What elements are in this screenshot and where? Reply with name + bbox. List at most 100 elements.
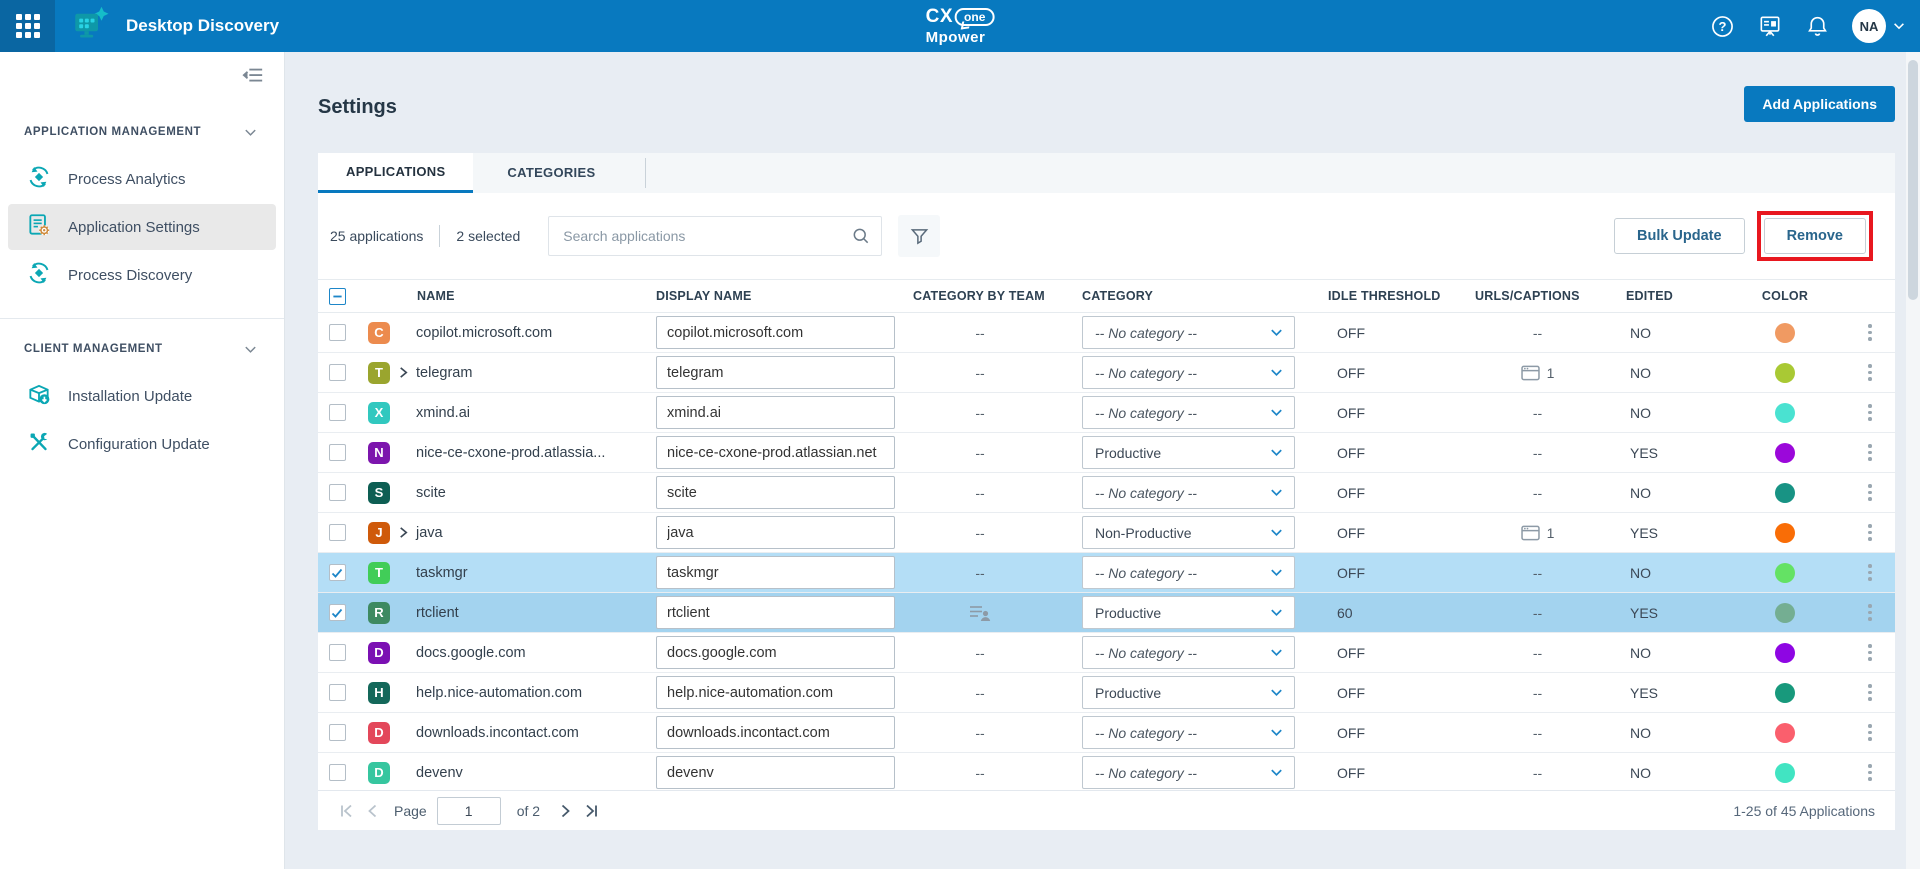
- display-name-input[interactable]: [656, 316, 895, 349]
- table-row-nice-ce-cxone-prod-atlassia: N nice-ce-cxone-prod.atlassia... -- Prod…: [318, 433, 1895, 473]
- tab-categories[interactable]: CATEGORIES: [473, 153, 629, 193]
- display-name-input[interactable]: [656, 636, 895, 669]
- category-dropdown[interactable]: -- No category --: [1082, 716, 1295, 749]
- category-dropdown[interactable]: -- No category --: [1082, 356, 1295, 389]
- idle-threshold-value: OFF: [1310, 325, 1465, 341]
- color-dot[interactable]: [1775, 763, 1795, 783]
- page-number-input[interactable]: [437, 797, 501, 825]
- search-input[interactable]: [563, 228, 851, 244]
- display-name-input[interactable]: [656, 676, 895, 709]
- page-scrollbar[interactable]: [1906, 52, 1920, 869]
- color-dot[interactable]: [1775, 483, 1795, 503]
- color-dot[interactable]: [1775, 643, 1795, 663]
- category-by-team-cell: --: [905, 405, 1055, 421]
- user-menu[interactable]: NA: [1852, 9, 1906, 43]
- row-checkbox[interactable]: [329, 724, 346, 741]
- row-menu-kebab[interactable]: [1845, 324, 1895, 341]
- display-name-input[interactable]: [656, 396, 895, 429]
- color-dot[interactable]: [1775, 363, 1795, 383]
- select-all-checkbox[interactable]: [329, 288, 346, 305]
- user-avatar[interactable]: NA: [1852, 9, 1886, 43]
- category-dropdown[interactable]: Productive: [1082, 596, 1295, 629]
- row-menu-kebab[interactable]: [1845, 564, 1895, 581]
- row-checkbox[interactable]: [329, 364, 346, 381]
- display-name-input[interactable]: [656, 476, 895, 509]
- display-name-input[interactable]: [656, 356, 895, 389]
- row-checkbox[interactable]: [329, 524, 346, 541]
- display-name-input[interactable]: [656, 756, 895, 789]
- row-menu-kebab[interactable]: [1845, 764, 1895, 781]
- category-by-team-cell: --: [905, 485, 1055, 501]
- color-dot[interactable]: [1775, 523, 1795, 543]
- row-checkbox[interactable]: [329, 644, 346, 661]
- row-menu-kebab[interactable]: [1845, 364, 1895, 381]
- notifications-bell-icon[interactable]: [1805, 14, 1830, 39]
- sidebar-item-installation-update[interactable]: Installation Update: [8, 373, 276, 419]
- row-checkbox[interactable]: [329, 484, 346, 501]
- previous-page-button[interactable]: [360, 803, 386, 819]
- color-dot[interactable]: [1775, 603, 1795, 623]
- sidebar-item-application-settings[interactable]: Application Settings: [8, 204, 276, 250]
- remove-button[interactable]: Remove: [1764, 218, 1866, 254]
- bulk-update-button[interactable]: Bulk Update: [1614, 218, 1745, 254]
- chevron-down-icon[interactable]: [243, 342, 258, 357]
- sidebar-section-header-application-management[interactable]: APPLICATION MANAGEMENT: [0, 118, 284, 146]
- sidebar-collapse-icon[interactable]: [242, 66, 264, 91]
- row-menu-kebab[interactable]: [1845, 484, 1895, 501]
- category-dropdown[interactable]: -- No category --: [1082, 396, 1295, 429]
- display-name-input[interactable]: [656, 436, 895, 469]
- category-dropdown[interactable]: -- No category --: [1082, 476, 1295, 509]
- urls-captions-cell: --: [1465, 725, 1610, 741]
- sidebar-divider: [0, 318, 284, 319]
- color-dot[interactable]: [1775, 323, 1795, 343]
- category-dropdown[interactable]: Productive: [1082, 676, 1295, 709]
- sidebar-item-process-analytics[interactable]: Process Analytics: [8, 156, 276, 202]
- display-name-input[interactable]: [656, 516, 895, 549]
- color-dot[interactable]: [1775, 443, 1795, 463]
- row-menu-kebab[interactable]: [1845, 684, 1895, 701]
- sidebar-section-header-client-management[interactable]: CLIENT MANAGEMENT: [0, 335, 284, 363]
- category-dropdown[interactable]: -- No category --: [1082, 556, 1295, 589]
- color-dot[interactable]: [1775, 403, 1795, 423]
- row-checkbox[interactable]: [329, 764, 346, 781]
- category-dropdown[interactable]: -- No category --: [1082, 756, 1295, 789]
- sidebar-item-configuration-update[interactable]: Configuration Update: [8, 421, 276, 467]
- category-dropdown[interactable]: Non-Productive: [1082, 516, 1295, 549]
- display-name-input[interactable]: [656, 716, 895, 749]
- color-dot[interactable]: [1775, 723, 1795, 743]
- row-checkbox[interactable]: [329, 604, 346, 621]
- add-applications-button[interactable]: Add Applications: [1744, 86, 1895, 122]
- first-page-button[interactable]: [334, 803, 360, 819]
- expand-chevron-icon[interactable]: [390, 526, 416, 539]
- color-dot[interactable]: [1775, 683, 1795, 703]
- display-name-input[interactable]: [656, 596, 895, 629]
- row-menu-kebab[interactable]: [1845, 444, 1895, 461]
- row-menu-kebab[interactable]: [1845, 724, 1895, 741]
- category-dropdown[interactable]: Productive: [1082, 436, 1295, 469]
- tab-applications[interactable]: APPLICATIONS: [318, 153, 473, 193]
- row-checkbox[interactable]: [329, 444, 346, 461]
- dropdown-chevron-icon: [1269, 445, 1284, 460]
- row-checkbox[interactable]: [329, 324, 346, 341]
- row-checkbox[interactable]: [329, 564, 346, 581]
- row-checkbox[interactable]: [329, 404, 346, 421]
- filter-button[interactable]: [898, 215, 940, 257]
- display-name-input[interactable]: [656, 556, 895, 589]
- row-checkbox[interactable]: [329, 684, 346, 701]
- chevron-down-icon[interactable]: [243, 125, 258, 140]
- help-icon[interactable]: ?: [1710, 14, 1735, 39]
- row-menu-kebab[interactable]: [1845, 604, 1895, 621]
- last-page-button[interactable]: [578, 803, 604, 819]
- category-dropdown[interactable]: -- No category --: [1082, 316, 1295, 349]
- row-menu-kebab[interactable]: [1845, 524, 1895, 541]
- scrollbar-thumb[interactable]: [1908, 60, 1918, 300]
- color-dot[interactable]: [1775, 563, 1795, 583]
- announcements-board-icon[interactable]: [1757, 13, 1783, 39]
- app-launcher-button[interactable]: [0, 0, 55, 52]
- next-page-button[interactable]: [552, 803, 578, 819]
- row-menu-kebab[interactable]: [1845, 404, 1895, 421]
- sidebar-item-process-discovery[interactable]: Process Discovery: [8, 252, 276, 298]
- expand-chevron-icon[interactable]: [390, 366, 416, 379]
- category-dropdown[interactable]: -- No category --: [1082, 636, 1295, 669]
- row-menu-kebab[interactable]: [1845, 644, 1895, 661]
